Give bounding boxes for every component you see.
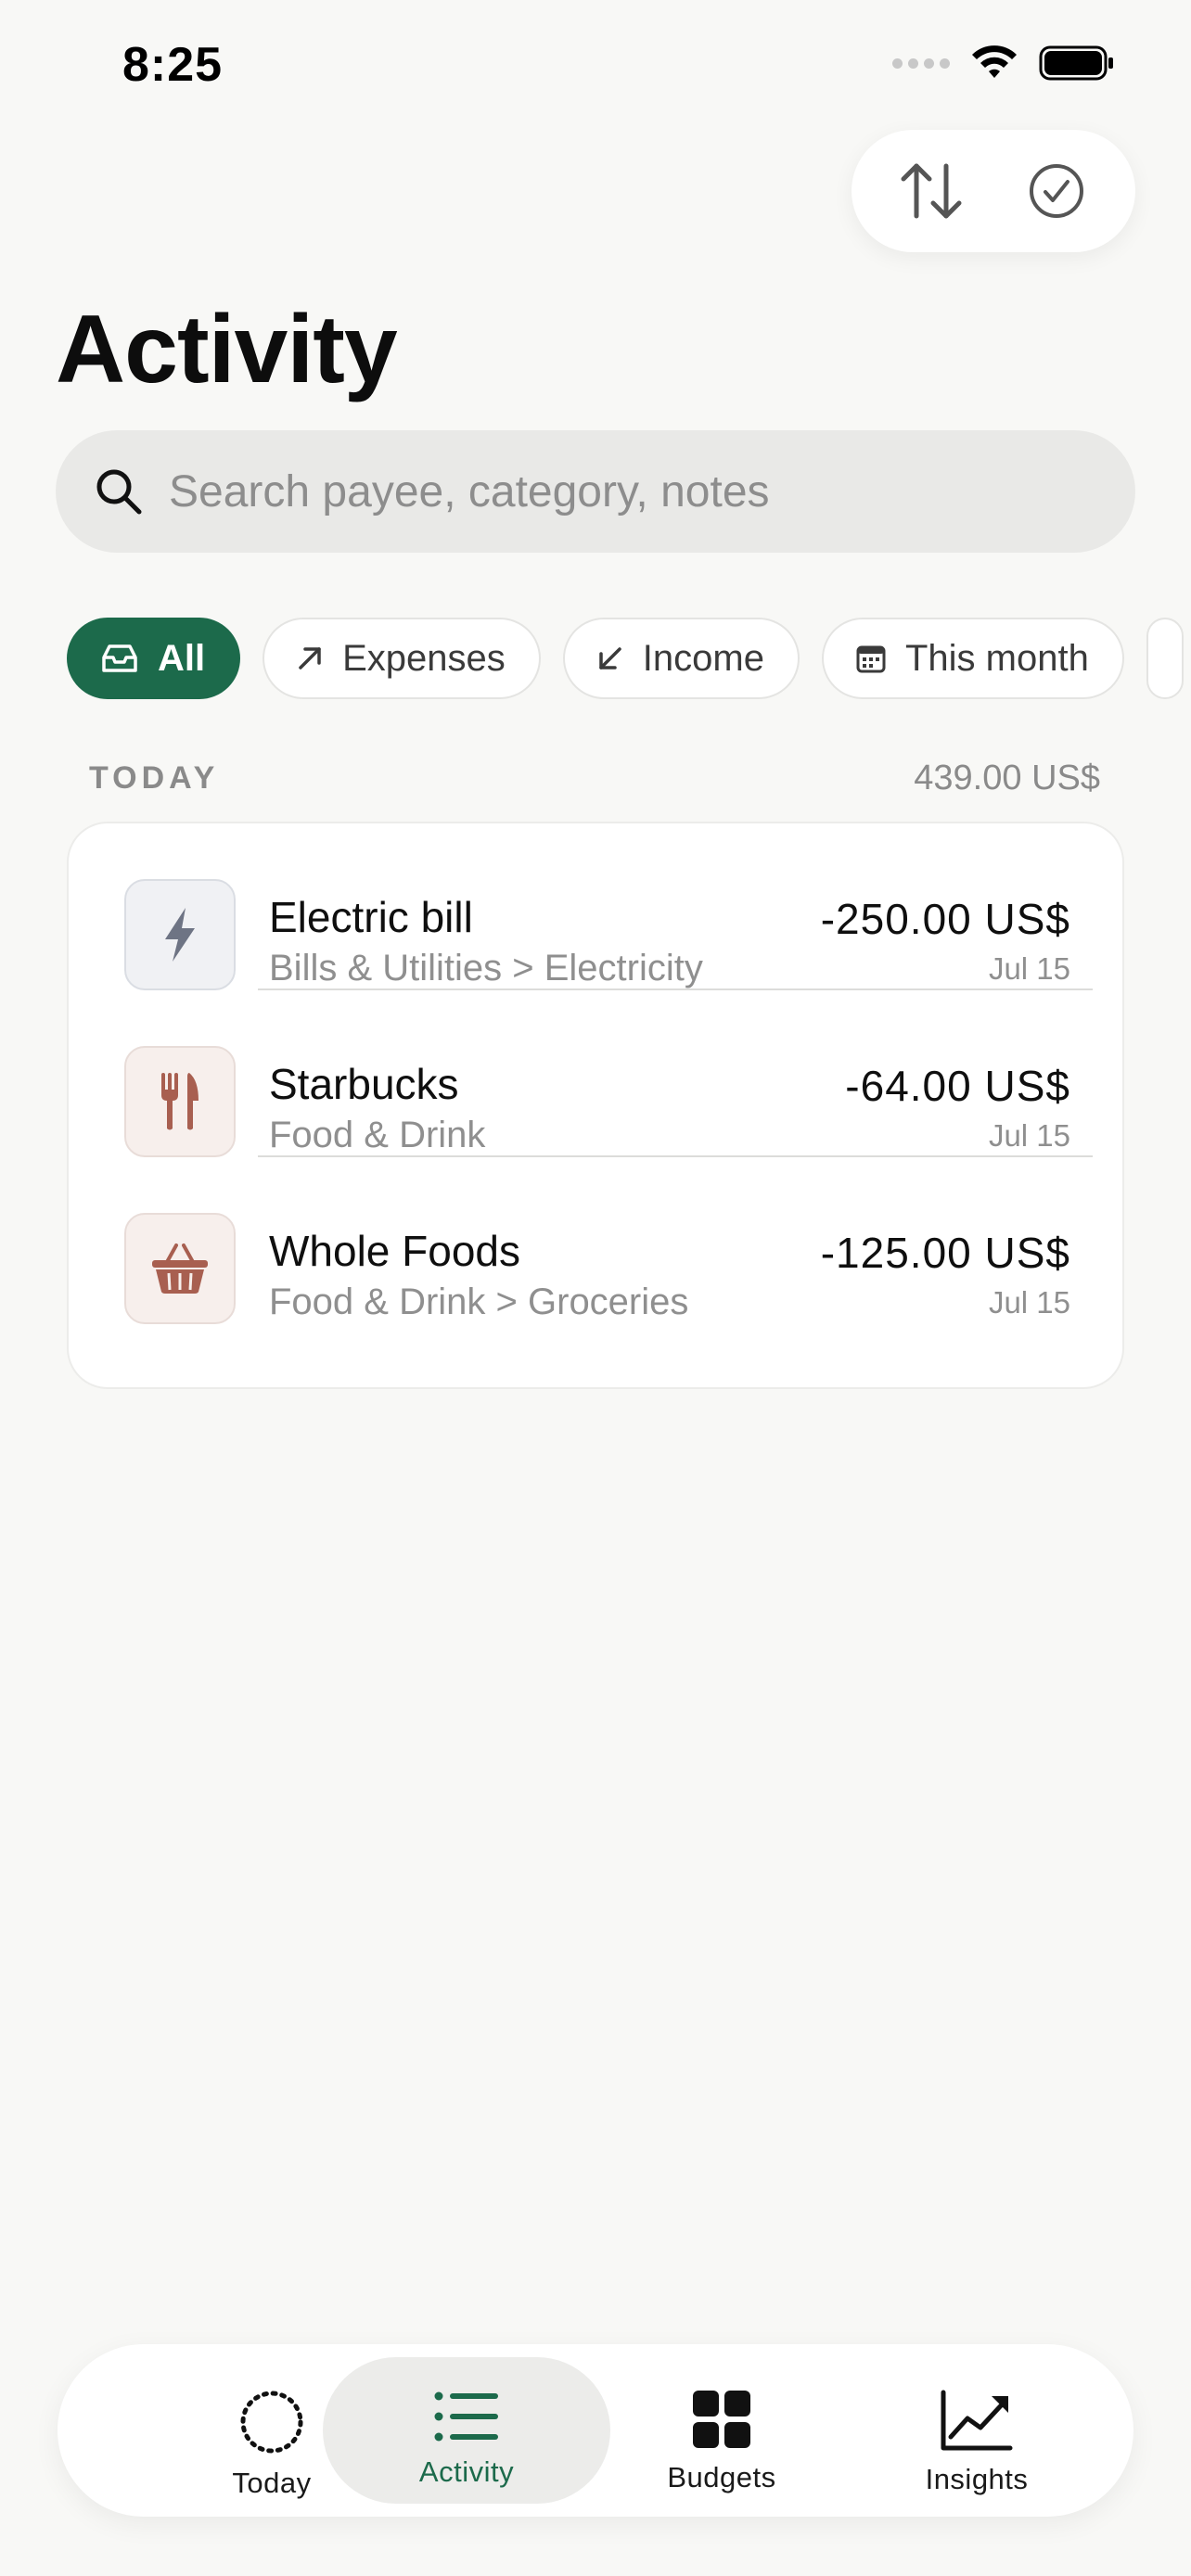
transaction-payee: Starbucks bbox=[269, 1060, 459, 1108]
transaction-row[interactable]: Starbucks Food & Drink -64.00 US$ Jul 15 bbox=[69, 990, 1122, 1157]
page-title: Activity bbox=[56, 296, 398, 403]
header-actions bbox=[852, 130, 1135, 252]
sort-button[interactable] bbox=[887, 147, 976, 236]
grid-icon bbox=[693, 2391, 750, 2448]
transaction-category: Bills & Utilities > Electricity bbox=[269, 948, 703, 988]
transaction-amount: -64.00 US$ bbox=[845, 1062, 1070, 1110]
chart-line-icon bbox=[941, 2390, 1013, 2451]
sort-arrows-icon bbox=[901, 163, 961, 219]
filter-chip-label: Income bbox=[642, 637, 764, 679]
tab-budgets[interactable]: Budgets bbox=[578, 2357, 865, 2504]
basket-icon bbox=[152, 1243, 208, 1294]
wifi-icon bbox=[972, 45, 1017, 78]
category-icon-box bbox=[124, 879, 236, 990]
category-icon-box bbox=[124, 1213, 236, 1324]
search-icon bbox=[96, 469, 142, 515]
filter-chip-expenses[interactable]: Expenses bbox=[263, 618, 541, 699]
transaction-category: Food & Drink > Groceries bbox=[269, 1282, 689, 1322]
filter-chip-more[interactable] bbox=[1146, 618, 1184, 699]
transaction-row[interactable]: Electric bill Bills & Utilities > Electr… bbox=[69, 823, 1122, 990]
transaction-payee: Electric bill bbox=[269, 893, 473, 941]
battery-icon bbox=[1039, 45, 1113, 81]
status-bar: 8:25 bbox=[0, 0, 1191, 139]
transaction-date: Jul 15 bbox=[988, 1118, 1070, 1153]
section-total: 439.00 US$ bbox=[914, 759, 1100, 797]
transactions-card: Electric bill Bills & Utilities > Electr… bbox=[67, 822, 1124, 1389]
transaction-date: Jul 15 bbox=[988, 951, 1070, 986]
calendar-icon bbox=[856, 645, 886, 673]
tab-bar: Today Activity Budgets Insights bbox=[58, 2344, 1133, 2517]
list-icon bbox=[434, 2391, 498, 2442]
transaction-amount: -250.00 US$ bbox=[820, 895, 1070, 943]
fork-knife-icon bbox=[161, 1073, 198, 1130]
tab-activity[interactable]: Activity bbox=[323, 2357, 610, 2504]
tray-icon bbox=[102, 644, 137, 672]
filter-chips: All Expenses Income This month bbox=[67, 618, 1184, 699]
transaction-amount: -125.00 US$ bbox=[820, 1229, 1070, 1277]
transaction-row[interactable]: Whole Foods Food & Drink > Groceries -12… bbox=[69, 1157, 1122, 1324]
arrow-down-left-icon bbox=[599, 647, 621, 670]
status-icons bbox=[892, 45, 1115, 82]
filter-chip-label: This month bbox=[904, 637, 1089, 679]
filter-chip-all[interactable]: All bbox=[67, 618, 241, 699]
dotted-circle-icon bbox=[240, 2391, 303, 2454]
checkmark-circle-icon bbox=[1029, 164, 1083, 218]
search-bar[interactable] bbox=[56, 430, 1135, 553]
section-label: TODAY bbox=[89, 760, 220, 796]
tab-label: Activity bbox=[418, 2455, 515, 2488]
category-icon-box bbox=[124, 1046, 236, 1157]
filter-chip-this-month[interactable]: This month bbox=[821, 618, 1124, 699]
tab-label: Today bbox=[232, 2467, 312, 2499]
transaction-category: Food & Drink bbox=[269, 1115, 486, 1155]
select-button[interactable] bbox=[1012, 147, 1101, 236]
filter-chip-label: All bbox=[158, 637, 206, 679]
search-input[interactable] bbox=[169, 465, 1096, 517]
transaction-payee: Whole Foods bbox=[269, 1227, 521, 1275]
filter-chip-income[interactable]: Income bbox=[562, 618, 800, 699]
transaction-date: Jul 15 bbox=[988, 1285, 1070, 1320]
lightning-bolt-icon bbox=[165, 908, 195, 962]
tab-label: Insights bbox=[925, 2463, 1029, 2495]
section-header: TODAY 439.00 US$ bbox=[89, 759, 1100, 798]
filter-chip-label: Expenses bbox=[342, 637, 506, 679]
status-time: 8:25 bbox=[122, 38, 224, 92]
cellular-signal-icon bbox=[892, 57, 950, 69]
tab-label: Budgets bbox=[667, 2461, 776, 2493]
arrow-up-right-icon bbox=[299, 647, 321, 670]
tab-insights[interactable]: Insights bbox=[833, 2357, 1121, 2504]
